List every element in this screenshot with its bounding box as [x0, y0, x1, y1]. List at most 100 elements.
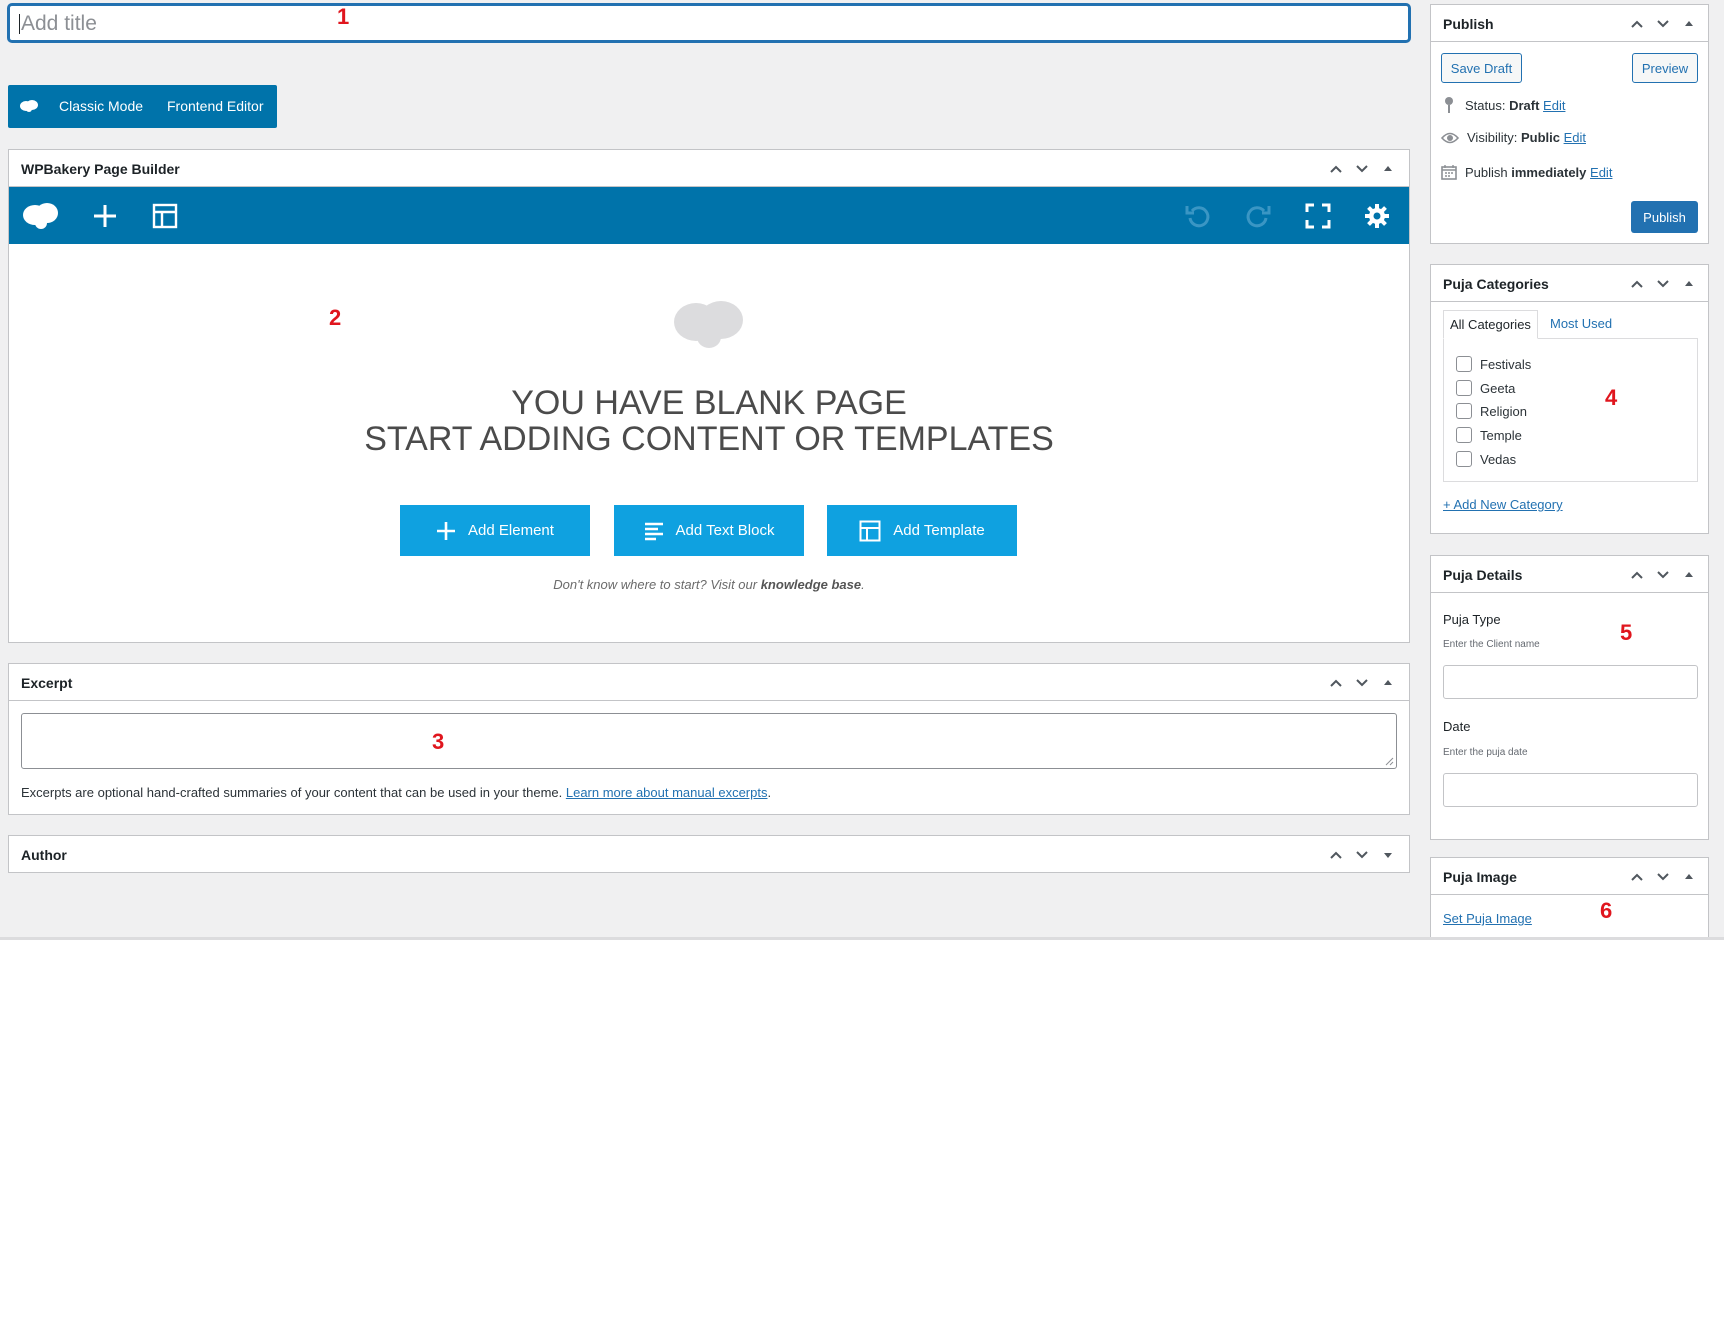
screen-bottom-edge: [0, 937, 1724, 940]
set-puja-image-link[interactable]: Set Puja Image: [1443, 911, 1532, 926]
add-text-block-button[interactable]: Add Text Block: [614, 505, 804, 556]
wpbakery-logo-icon[interactable]: [23, 201, 59, 234]
publish-value: immediately: [1511, 164, 1587, 180]
save-draft-button[interactable]: Save Draft: [1441, 53, 1522, 83]
puja-image-title: Puja Image: [1443, 869, 1517, 885]
excerpt-help-suffix: .: [767, 785, 772, 800]
resize-handle-icon[interactable]: [1384, 756, 1394, 766]
page-builder-title: WPBakery Page Builder: [21, 161, 180, 177]
add-new-category-link[interactable]: + Add New Category: [1443, 497, 1563, 512]
move-up-icon[interactable]: [1327, 160, 1345, 178]
publish-time-row: Publish immediately Edit: [1441, 164, 1612, 180]
page-builder-box: WPBakery Page Builder YOU HAVE BLANK PAG…: [8, 149, 1410, 643]
move-up-icon[interactable]: [1628, 275, 1646, 293]
add-element-label: Add Element: [468, 522, 554, 539]
add-element-icon[interactable]: [92, 203, 118, 234]
category-checkbox[interactable]: [1456, 427, 1472, 443]
page-builder-header: WPBakery Page Builder: [9, 150, 1409, 187]
editor-screen: Add title 1 Classic Mode Frontend Editor…: [0, 0, 1724, 940]
title-input[interactable]: Add title: [8, 4, 1410, 42]
add-template-label: Add Template: [893, 522, 985, 539]
marker-5: 5: [1620, 620, 1633, 645]
puja-type-label: Puja Type: [1443, 612, 1501, 627]
excerpt-box: Excerpt Excerpts are optional hand-craft…: [8, 663, 1410, 815]
move-up-icon[interactable]: [1628, 566, 1646, 584]
date-label: Date: [1443, 719, 1471, 734]
category-item[interactable]: Vedas: [1456, 451, 1516, 467]
move-down-icon[interactable]: [1353, 674, 1371, 692]
move-down-icon[interactable]: [1353, 846, 1371, 864]
move-up-icon[interactable]: [1327, 846, 1345, 864]
add-template-button[interactable]: Add Template: [827, 505, 1017, 556]
category-item[interactable]: Religion: [1456, 403, 1527, 419]
move-down-icon[interactable]: [1654, 15, 1672, 33]
text-block-icon: [644, 522, 663, 540]
fullscreen-icon[interactable]: [1305, 203, 1331, 234]
move-down-icon[interactable]: [1353, 160, 1371, 178]
pin-icon: [1445, 97, 1453, 113]
puja-type-input[interactable]: [1443, 665, 1698, 699]
edit-status-link[interactable]: Edit: [1543, 98, 1565, 113]
manual-excerpts-link[interactable]: Learn more about manual excerpts: [566, 785, 768, 800]
move-down-icon[interactable]: [1654, 868, 1672, 886]
category-checkbox[interactable]: [1456, 356, 1472, 372]
status-row: Status: Draft Edit: [1441, 96, 1565, 114]
puja-details-header: Puja Details: [1431, 556, 1708, 593]
excerpt-help-text: Excerpts are optional hand-crafted summa…: [21, 785, 566, 800]
collapse-toggle-icon[interactable]: [1680, 15, 1698, 33]
undo-icon[interactable]: [1184, 202, 1212, 235]
move-up-icon[interactable]: [1628, 868, 1646, 886]
excerpt-header: Excerpt: [9, 664, 1409, 701]
wpbakery-logo-icon[interactable]: [20, 99, 38, 118]
collapse-toggle-icon[interactable]: [1680, 566, 1698, 584]
publish-label: Publish: [1465, 164, 1512, 180]
category-item[interactable]: Geeta: [1456, 380, 1515, 396]
expand-toggle-icon[interactable]: [1379, 846, 1397, 864]
categories-title: Puja Categories: [1443, 276, 1549, 292]
preview-button[interactable]: Preview: [1632, 53, 1698, 83]
publish-button[interactable]: Publish: [1631, 201, 1698, 233]
move-down-icon[interactable]: [1654, 566, 1672, 584]
frontend-editor-button[interactable]: Frontend Editor: [167, 98, 264, 114]
category-checkbox[interactable]: [1456, 403, 1472, 419]
categories-header: Puja Categories: [1431, 265, 1708, 302]
edit-visibility-link[interactable]: Edit: [1564, 130, 1586, 145]
move-down-icon[interactable]: [1654, 275, 1672, 293]
settings-gear-icon[interactable]: [1364, 203, 1390, 234]
blank-page-line-1: YOU HAVE BLANK PAGE: [511, 384, 907, 422]
add-element-button[interactable]: Add Element: [400, 505, 590, 556]
collapse-toggle-icon[interactable]: [1680, 275, 1698, 293]
date-input[interactable]: [1443, 773, 1698, 807]
move-up-icon[interactable]: [1327, 674, 1345, 692]
category-item[interactable]: Temple: [1456, 427, 1522, 443]
collapse-toggle-icon[interactable]: [1680, 868, 1698, 886]
eye-icon: [1441, 132, 1459, 143]
tab-all-categories[interactable]: All Categories: [1443, 310, 1538, 339]
excerpt-textarea[interactable]: [21, 713, 1397, 769]
visibility-label: Visibility:: [1467, 130, 1521, 145]
move-up-icon[interactable]: [1628, 15, 1646, 33]
collapse-toggle-icon[interactable]: [1379, 674, 1397, 692]
marker-6: 6: [1600, 898, 1613, 923]
redo-icon[interactable]: [1244, 202, 1272, 235]
title-placeholder: Add title: [21, 12, 97, 35]
hint-prefix: Don't know where to start? Visit our: [553, 577, 761, 592]
category-label: Festivals: [1480, 356, 1532, 372]
category-checkbox[interactable]: [1456, 451, 1472, 467]
tab-most-used[interactable]: Most Used: [1544, 310, 1618, 339]
marker-4: 4: [1605, 385, 1618, 410]
edit-publish-time-link[interactable]: Edit: [1590, 165, 1612, 180]
category-label: Geeta: [1480, 380, 1516, 396]
collapse-toggle-icon[interactable]: [1379, 160, 1397, 178]
add-text-block-label: Add Text Block: [675, 522, 775, 539]
classic-mode-button[interactable]: Classic Mode: [59, 98, 143, 114]
date-hint: Enter the puja date: [1443, 747, 1528, 758]
categories-box: Puja Categories All Categories Most Used…: [1430, 264, 1709, 534]
category-label: Vedas: [1480, 451, 1517, 467]
knowledge-base-link[interactable]: knowledge base: [761, 577, 861, 592]
category-item[interactable]: Festivals: [1456, 356, 1531, 372]
marker-3: 3: [432, 729, 445, 754]
builder-mode-bar: Classic Mode Frontend Editor: [8, 85, 277, 128]
templates-icon[interactable]: [152, 203, 178, 234]
category-checkbox[interactable]: [1456, 380, 1472, 396]
